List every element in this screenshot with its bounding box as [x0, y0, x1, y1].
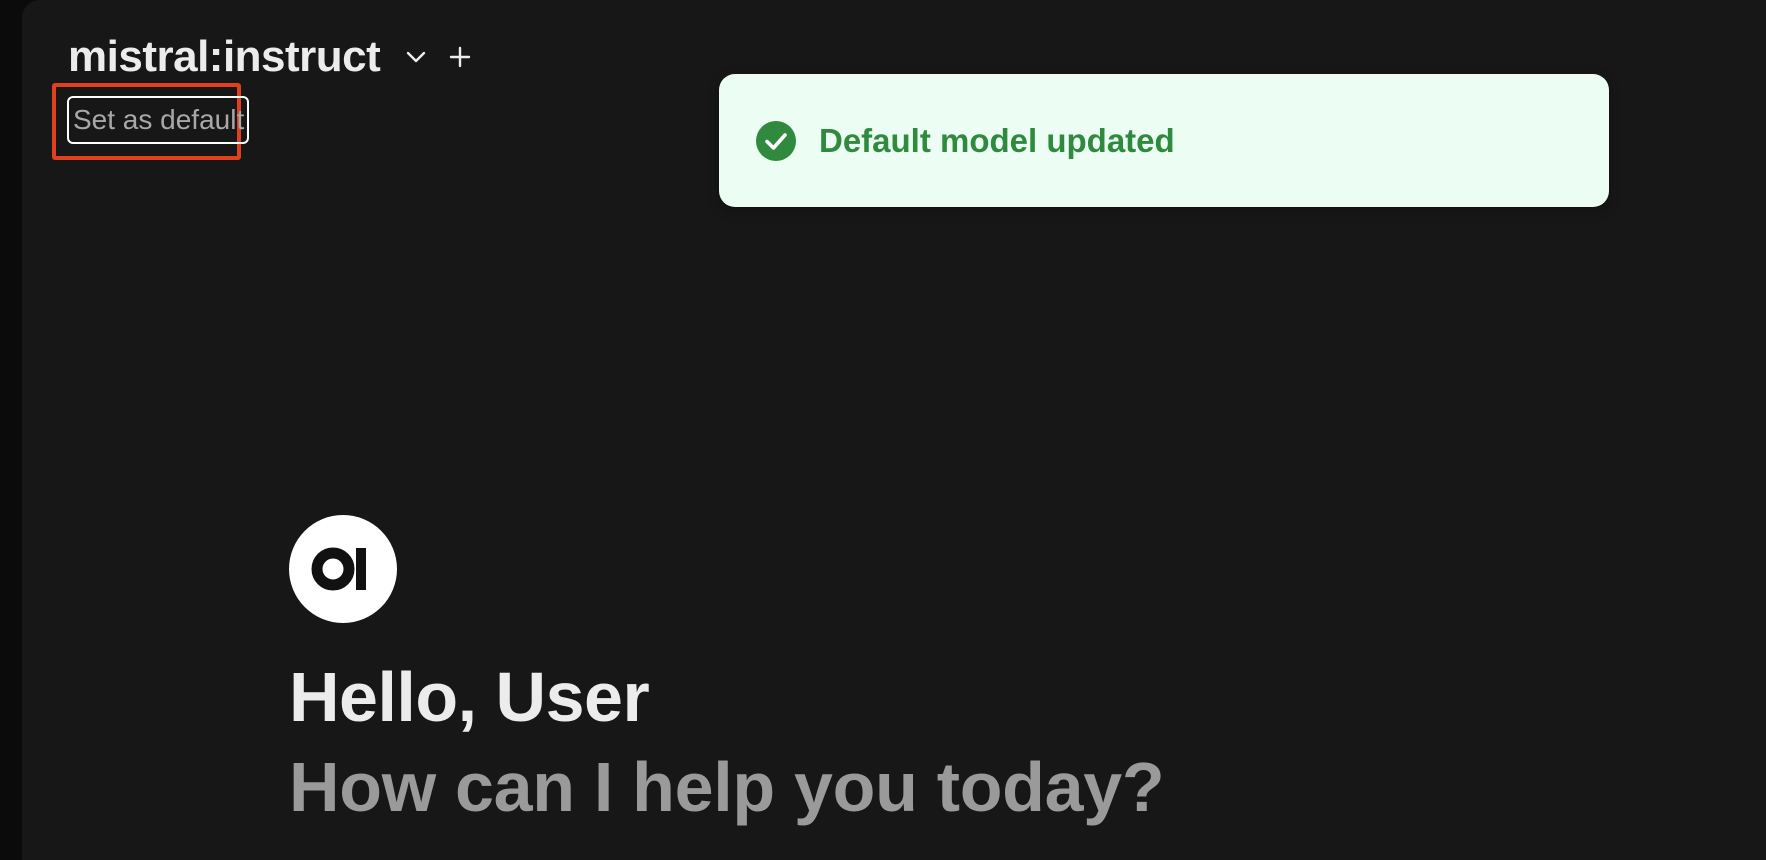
- set-default-area: Set as default: [52, 83, 252, 163]
- add-model-button[interactable]: [446, 43, 474, 71]
- check-circle-icon: [755, 120, 797, 162]
- set-as-default-button[interactable]: Set as default: [67, 96, 249, 144]
- model-selector-row: mistral:instruct: [68, 28, 474, 86]
- chevron-down-icon: [407, 51, 426, 63]
- greeting-heading: Hello, User: [289, 658, 650, 736]
- toast-message: Default model updated: [819, 121, 1175, 159]
- model-name[interactable]: mistral:instruct: [68, 28, 381, 86]
- greeting-subtitle: How can I help you today?: [289, 748, 1165, 826]
- open-webui-logo-icon: [311, 547, 366, 591]
- app-logo: [289, 515, 397, 623]
- chat-main-area: mistral:instruct Set as default Default …: [22, 0, 1766, 860]
- plus-icon: [450, 46, 471, 68]
- sidebar-edge: [0, 0, 22, 860]
- model-dropdown-button[interactable]: [402, 43, 430, 71]
- toast-notification: Default model updated: [719, 74, 1609, 207]
